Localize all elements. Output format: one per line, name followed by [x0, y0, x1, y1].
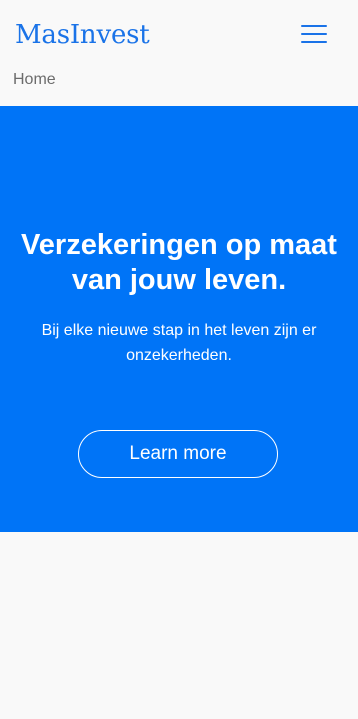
breadcrumb-home: Home — [13, 71, 56, 88]
navbar: MasInvest — [0, 0, 358, 70]
menu-bar-middle — [301, 33, 327, 35]
hero-title: Verzekeringen op maat van jouw leven. — [21, 229, 337, 296]
hero-description: Bij elke nieuwe stap in het leven zijn e… — [41, 322, 317, 364]
brand-logo-link[interactable]: MasInvest — [15, 19, 150, 51]
page: MasInvest Home Verzekeringen op maat van… — [0, 0, 358, 719]
breadcrumb: Home — [13, 70, 56, 90]
hero-section: Verzekeringen op maat van jouw leven. Bi… — [0, 106, 358, 532]
menu-bar-bottom — [301, 41, 327, 43]
menu-bar-top — [301, 25, 327, 27]
learn-more-button[interactable]: Learn more — [78, 430, 278, 478]
hamburger-menu-icon[interactable] — [301, 24, 327, 44]
